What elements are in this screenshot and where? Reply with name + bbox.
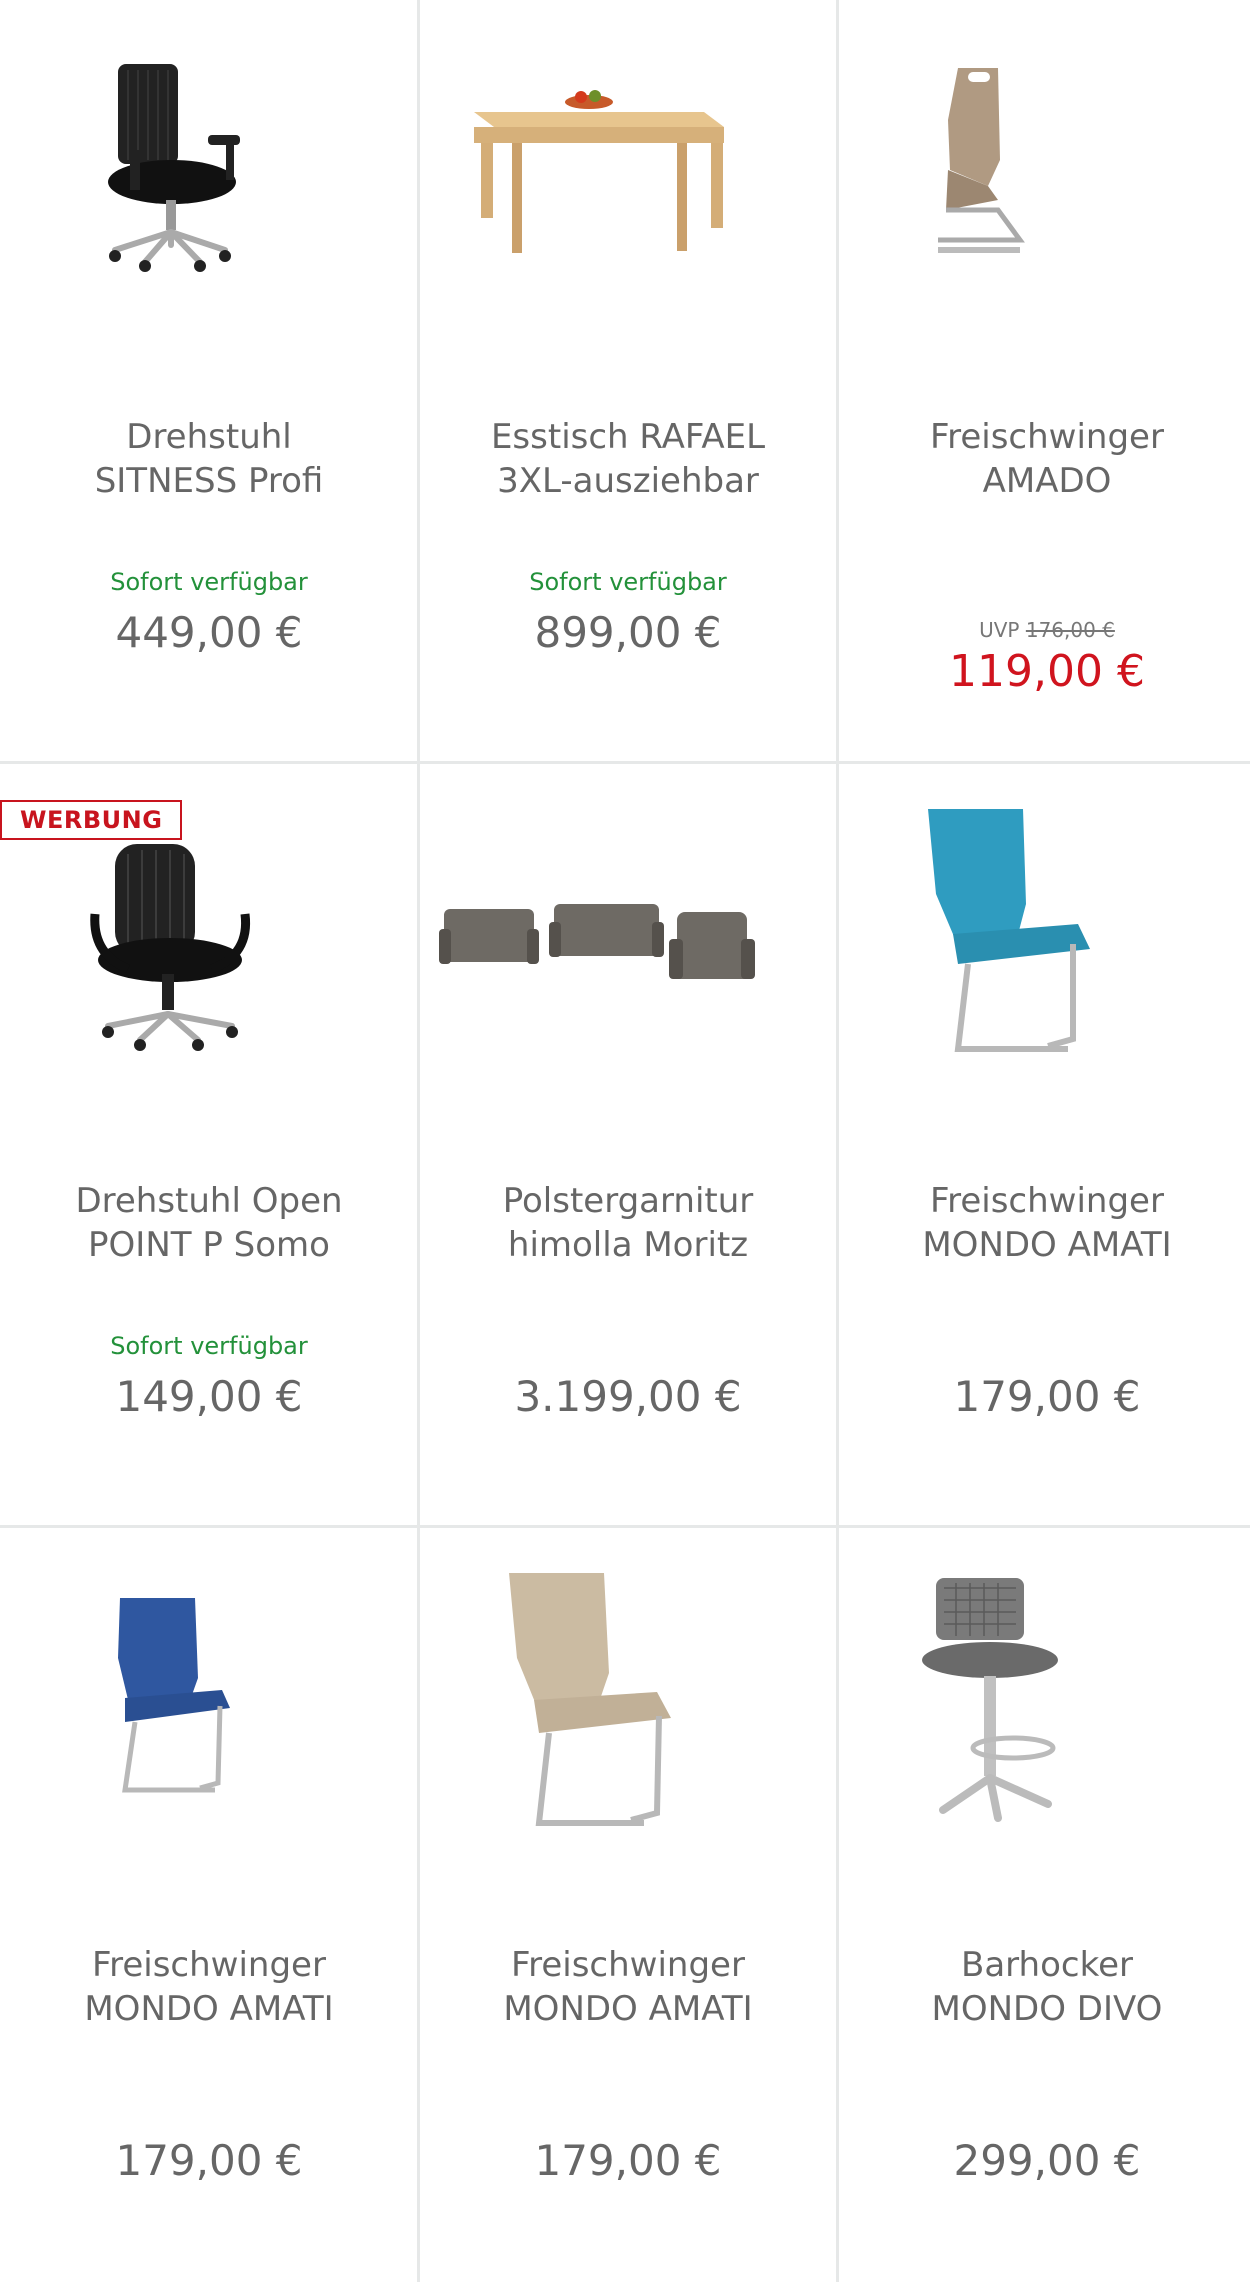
product-title[interactable]: Drehstuhl SITNESS Profi	[20, 415, 398, 503]
office-chair-mesh-icon[interactable]	[0, 0, 418, 360]
product-card[interactable]: Freischwinger AMADO UVP 176,00 € 119,00 …	[838, 0, 1250, 763]
ad-badge: WERBUNG	[0, 800, 183, 840]
price: 299,00 €	[953, 2136, 1141, 2185]
price: 179,00 €	[115, 2136, 303, 2185]
product-card[interactable]: Barhocker MONDO DIVO 299,00 €	[838, 1528, 1250, 2291]
price: 899,00 €	[534, 608, 722, 657]
product-card[interactable]: Freischwinger MONDO AMATI 179,00 €	[419, 1528, 837, 2291]
cantilever-chair-z-icon[interactable]	[838, 0, 1250, 360]
cantilever-chair-beige-icon[interactable]	[419, 1528, 837, 1888]
product-title[interactable]: Freischwinger MONDO AMATI	[20, 1943, 398, 2031]
product-title[interactable]: Freischwinger MONDO AMATI	[439, 1943, 817, 2031]
availability-label: Sofort verfügbar	[110, 1332, 308, 1360]
dining-table-icon[interactable]	[419, 0, 837, 360]
price: 449,00 €	[115, 608, 303, 657]
row-divider	[0, 1525, 1250, 1528]
sale-price: 119,00 €	[949, 646, 1145, 697]
product-card[interactable]: Freischwinger MONDO AMATI 179,00 €	[838, 764, 1250, 1527]
row-divider	[0, 761, 1250, 764]
price: 149,00 €	[115, 1372, 303, 1421]
product-card[interactable]: Drehstuhl SITNESS Profi Sofort verfügbar…	[0, 0, 418, 763]
product-grid: Drehstuhl SITNESS Profi Sofort verfügbar…	[0, 0, 1250, 2291]
price: 179,00 €	[953, 1372, 1141, 1421]
cantilever-chair-teal-icon[interactable]	[838, 764, 1250, 1124]
product-title[interactable]: Freischwinger MONDO AMATI	[858, 1179, 1236, 1267]
product-card[interactable]: Freischwinger MONDO AMATI 179,00 €	[0, 1528, 418, 2291]
column-divider	[417, 0, 420, 2282]
price: 179,00 €	[534, 2136, 722, 2185]
product-title[interactable]: Drehstuhl Open POINT P Somo	[20, 1179, 398, 1267]
product-card[interactable]: WERBUNG Drehstuhl Open POINT P Somo Sofo…	[0, 764, 418, 1527]
product-title[interactable]: Esstisch RAFAEL 3XL-ausziehbar	[439, 415, 817, 503]
bar-stool-icon[interactable]	[838, 1528, 1250, 1888]
uvp-price: UVP 176,00 €	[979, 618, 1115, 642]
sofa-set-icon[interactable]	[419, 764, 837, 1124]
column-divider	[836, 0, 839, 2282]
price: 3.199,00 €	[514, 1372, 742, 1421]
product-card[interactable]: Esstisch RAFAEL 3XL-ausziehbar Sofort ve…	[419, 0, 837, 763]
availability-label: Sofort verfügbar	[529, 568, 727, 596]
cantilever-chair-blue-icon[interactable]	[0, 1528, 418, 1888]
product-title[interactable]: Polstergarnitur himolla Moritz	[439, 1179, 817, 1267]
availability-label: Sofort verfügbar	[110, 568, 308, 596]
product-card[interactable]: Polstergarnitur himolla Moritz 3.199,00 …	[419, 764, 837, 1527]
product-title[interactable]: Barhocker MONDO DIVO	[858, 1943, 1236, 2031]
product-title[interactable]: Freischwinger AMADO	[858, 415, 1236, 503]
